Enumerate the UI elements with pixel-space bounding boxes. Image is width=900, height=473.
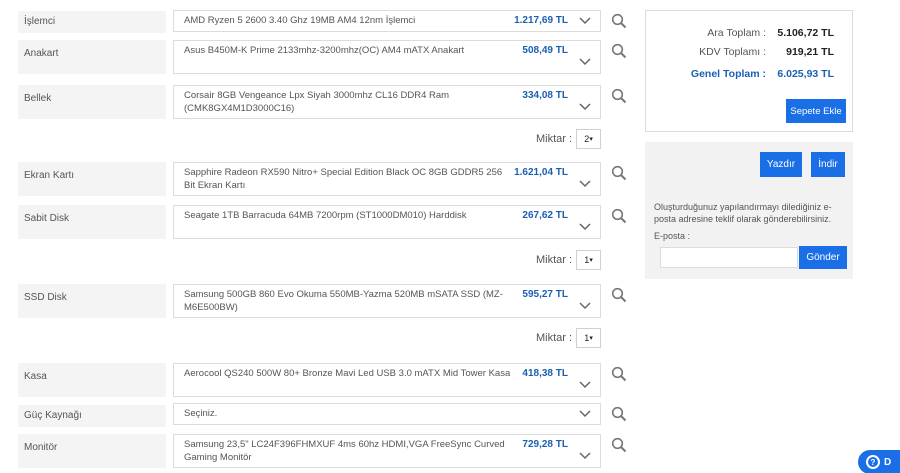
send-button[interactable]: Gönder bbox=[799, 246, 847, 269]
search-button-ssd-disk[interactable] bbox=[609, 285, 629, 305]
subtotal-label: Ara Toplam : bbox=[707, 27, 766, 39]
magnifier-icon bbox=[611, 43, 627, 59]
magnifier-icon bbox=[611, 366, 627, 382]
component-select-monitor[interactable]: Samsung 23,5" LC24F396FHMXUF 4ms 60hz HD… bbox=[173, 434, 601, 468]
row-label-monitor: Monitör bbox=[18, 434, 166, 468]
quantity-label: Miktar : bbox=[536, 332, 573, 344]
component-select-ekran-karti[interactable]: Sapphire Radeon RX590 Nitro+ Special Edi… bbox=[173, 162, 601, 196]
question-circle-icon: ? bbox=[866, 455, 880, 469]
chevron-down-icon bbox=[578, 177, 592, 191]
search-button-islemci[interactable] bbox=[609, 11, 629, 31]
chevron-down-icon bbox=[578, 14, 592, 28]
magnifier-icon bbox=[611, 88, 627, 104]
row-label-anakart: Anakart bbox=[18, 40, 166, 74]
component-select-ssd-disk[interactable]: Samsung 500GB 860 Evo Okuma 550MB-Yazma … bbox=[173, 284, 601, 318]
product-price: 595,27 TL bbox=[522, 289, 568, 300]
product-price: 418,38 TL bbox=[522, 368, 568, 379]
product-price: 1.621,04 TL bbox=[514, 167, 568, 178]
component-select-guc-kaynagi[interactable]: Seçiniz. bbox=[173, 403, 601, 425]
subtotal-value: 5.106,72 TL bbox=[777, 27, 834, 39]
email-info-text: Oluşturduğunuz yapılandırmayı dilediğini… bbox=[654, 202, 832, 224]
search-button-kasa[interactable] bbox=[609, 364, 629, 384]
product-price: 729,28 TL bbox=[522, 439, 568, 450]
magnifier-icon bbox=[611, 13, 627, 29]
chevron-down-icon bbox=[578, 449, 592, 463]
selected-product-name: AMD Ryzen 5 2600 3.40 Ghz 19MB AM4 12nm … bbox=[184, 14, 416, 26]
selected-product-name: Samsung 500GB 860 Evo Okuma 550MB-Yazma … bbox=[184, 289, 503, 313]
row-label-bellek: Bellek bbox=[18, 85, 166, 119]
product-price: 1.217,69 TL bbox=[514, 14, 568, 26]
chevron-down-icon bbox=[578, 100, 592, 114]
selected-product-name: Seçiniz. bbox=[184, 407, 218, 419]
help-button[interactable]: ? D bbox=[858, 450, 900, 473]
product-price: 508,49 TL bbox=[522, 45, 568, 56]
product-price: 267,62 TL bbox=[522, 210, 568, 221]
component-select-sabit-disk[interactable]: Seagate 1TB Barracuda 64MB 7200rpm (ST10… bbox=[173, 205, 601, 239]
subtotal-line: Ara Toplam : 5.106,72 TL bbox=[646, 27, 846, 39]
search-button-guc-kaynagi[interactable] bbox=[609, 404, 629, 424]
selected-product-name: Sapphire Radeon RX590 Nitro+ Special Edi… bbox=[184, 167, 503, 191]
selected-product-name: Seagate 1TB Barracuda 64MB 7200rpm (ST10… bbox=[184, 210, 467, 221]
grand-total-value: 6.025,93 TL bbox=[777, 68, 834, 80]
vat-line: KDV Toplamı : 919,21 TL bbox=[646, 46, 846, 58]
download-button[interactable]: İndir bbox=[811, 152, 845, 177]
selected-product-name: Asus B450M-K Prime 2133mhz-3200mhz(OC) A… bbox=[184, 45, 465, 56]
grand-total-line: Genel Toplam : 6.025,93 TL bbox=[646, 68, 846, 80]
magnifier-icon bbox=[611, 208, 627, 224]
quantity-select[interactable]: 1 ▾ bbox=[576, 328, 602, 348]
print-button[interactable]: Yazdır bbox=[760, 152, 802, 177]
magnifier-icon bbox=[611, 406, 627, 422]
caret-down-icon: ▾ bbox=[589, 335, 593, 342]
quantity-label: Miktar : bbox=[536, 254, 573, 266]
row-label-ssd-disk: SSD Disk bbox=[18, 284, 166, 318]
quantity-label: Miktar : bbox=[536, 133, 573, 145]
chevron-down-icon bbox=[578, 407, 592, 421]
vat-label: KDV Toplamı : bbox=[699, 46, 766, 58]
product-price: 334,08 TL bbox=[522, 90, 568, 101]
chevron-down-icon bbox=[578, 55, 592, 69]
email-input[interactable] bbox=[660, 247, 798, 268]
search-button-anakart[interactable] bbox=[609, 41, 629, 61]
vat-value: 919,21 TL bbox=[786, 46, 834, 58]
caret-down-icon: ▾ bbox=[589, 136, 593, 143]
order-summary: Ara Toplam : 5.106,72 TL KDV Toplamı : 9… bbox=[645, 10, 853, 132]
selected-product-name: Aerocool QS240 500W 80+ Bronze Mavi Led … bbox=[184, 368, 511, 379]
row-label-ekran-karti: Ekran Kartı bbox=[18, 162, 166, 196]
magnifier-icon bbox=[611, 287, 627, 303]
component-select-bellek[interactable]: Corsair 8GB Vengeance Lpx Siyah 3000mhz … bbox=[173, 85, 601, 119]
chevron-down-icon bbox=[578, 299, 592, 313]
quantity-select[interactable]: 2 ▾ bbox=[576, 129, 602, 149]
quantity-row-ssd-disk: Miktar : 1 ▾ bbox=[536, 328, 602, 348]
row-label-islemci: İşlemci bbox=[18, 11, 166, 33]
component-select-anakart[interactable]: Asus B450M-K Prime 2133mhz-3200mhz(OC) A… bbox=[173, 40, 601, 74]
add-to-cart-button[interactable]: Sepete Ekle bbox=[786, 99, 846, 123]
row-label-sabit-disk: Sabit Disk bbox=[18, 205, 166, 239]
search-button-monitor[interactable] bbox=[609, 435, 629, 455]
grand-total-label: Genel Toplam : bbox=[690, 68, 766, 80]
search-button-sabit-disk[interactable] bbox=[609, 206, 629, 226]
export-panel: Yazdır İndir Oluşturduğunuz yapılandırma… bbox=[645, 142, 853, 279]
magnifier-icon bbox=[611, 437, 627, 453]
caret-down-icon: ▾ bbox=[589, 257, 593, 264]
email-label: E-posta : bbox=[654, 231, 691, 241]
chevron-down-icon bbox=[578, 378, 592, 392]
search-button-bellek[interactable] bbox=[609, 86, 629, 106]
selected-product-name: Corsair 8GB Vengeance Lpx Siyah 3000mhz … bbox=[184, 90, 450, 114]
search-button-ekran-karti[interactable] bbox=[609, 163, 629, 183]
row-label-kasa: Kasa bbox=[18, 363, 166, 397]
component-select-kasa[interactable]: Aerocool QS240 500W 80+ Bronze Mavi Led … bbox=[173, 363, 601, 397]
magnifier-icon bbox=[611, 165, 627, 181]
quantity-row-sabit-disk: Miktar : 1 ▾ bbox=[536, 250, 602, 270]
quantity-select[interactable]: 1 ▾ bbox=[576, 250, 602, 270]
quantity-row-bellek: Miktar : 2 ▾ bbox=[536, 129, 602, 149]
row-label-guc-kaynagi: Güç Kaynağı bbox=[18, 405, 166, 427]
help-label: D bbox=[884, 456, 892, 468]
selected-product-name: Samsung 23,5" LC24F396FHMXUF 4ms 60hz HD… bbox=[184, 439, 505, 463]
component-select-islemci[interactable]: AMD Ryzen 5 2600 3.40 Ghz 19MB AM4 12nm … bbox=[173, 10, 601, 32]
chevron-down-icon bbox=[578, 220, 592, 234]
